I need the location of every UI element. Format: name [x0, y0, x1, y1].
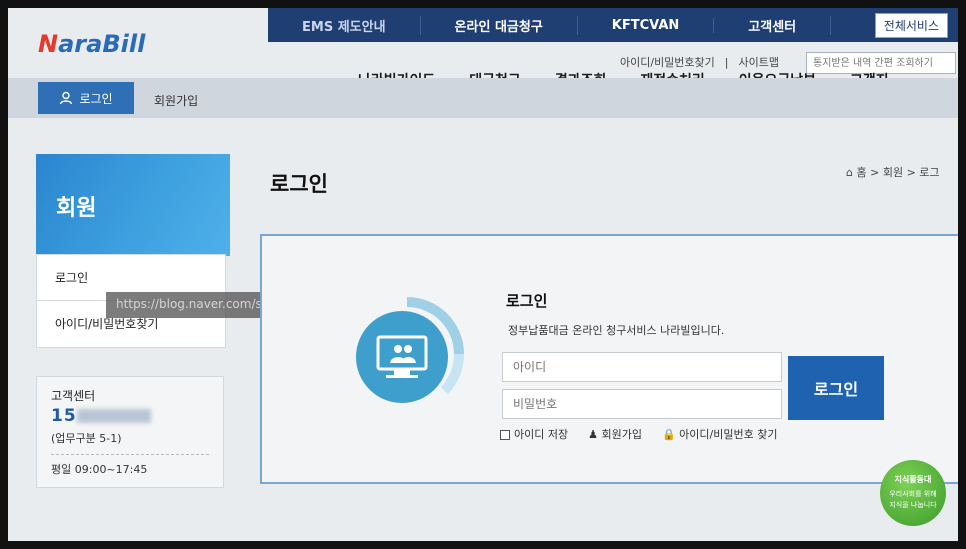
knowledge-badge: 지식활동대 우리사회를 위해 지식을 나눕니다 [880, 460, 946, 526]
join-link[interactable]: ♟ 회원가입 [588, 426, 642, 442]
badge-title: 지식활동대 [894, 475, 932, 484]
monitor-icon [356, 297, 465, 403]
id-input[interactable] [502, 352, 782, 382]
lock-icon: 🔒 [661, 428, 676, 441]
utility-links: 아이디/비밀번호찾기 | 사이트맵 [620, 54, 779, 70]
breadcrumb-sep: > [870, 166, 880, 179]
login-button[interactable]: 로그인 [788, 356, 884, 420]
join-label: 회원가입 [601, 428, 642, 441]
find-account-link[interactable]: 아이디/비밀번호찾기 [620, 54, 715, 70]
monitor-illustration [348, 295, 466, 413]
cs-phone: 15 [51, 406, 209, 426]
cs-weekday-hours: 평일 09:00~17:45 [51, 463, 148, 476]
remember-id-label: 아이디 저장 [514, 428, 569, 441]
sitemap-link[interactable]: 사이트맵 [739, 54, 779, 70]
logo-text: araBill [58, 30, 146, 58]
find-link[interactable]: 🔒 아이디/비밀번호 찾기 [662, 426, 778, 442]
login-heading: 로그인 [506, 292, 548, 310]
login-tab-label: 로그인 [79, 91, 113, 106]
breadcrumb-member[interactable]: 회원 [883, 166, 903, 179]
cs-title: 고객센터 [51, 389, 96, 403]
user-icon [60, 91, 73, 105]
phone-blur [76, 409, 151, 423]
password-input[interactable] [502, 389, 782, 419]
login-options: 아이디 저장 ♟ 회원가입 🔒 아이디/비밀번호 찾기 [500, 426, 777, 442]
remember-id-checkbox[interactable] [500, 430, 510, 440]
badge-line: 지식을 나눕니다 [889, 501, 937, 509]
narabill-logo[interactable]: NaraBill [38, 30, 145, 58]
logo-letter: N [38, 30, 59, 58]
remember-id-option[interactable]: 아이디 저장 [500, 426, 568, 442]
home-icon: ⌂ [846, 166, 853, 179]
browser-frame: EMS 제도안내 온라인 대금청구 KFTCVAN 고객센터 전체서비스 Nar… [8, 8, 958, 541]
page-title: 로그인 [270, 172, 328, 196]
util-divider: | [724, 55, 729, 69]
person-icon: ♟ [588, 428, 598, 441]
login-description: 정부납품대금 온라인 청구서비스 나라빌입니다. [508, 324, 725, 337]
customer-center-box: 고객센터 15 (업무구분 5-1) 평일 09:00~17:45 [36, 376, 224, 488]
breadcrumb-sep: > [906, 166, 916, 179]
sub-bar [8, 78, 958, 118]
cs-phone-prefix: 15 [51, 406, 77, 426]
login-tab[interactable]: 로그인 [38, 82, 134, 114]
breadcrumb-current: 로그 [919, 166, 940, 179]
badge-line: 우리사회를 위해 [889, 490, 937, 498]
sidebar-heading: 회원 [36, 154, 230, 256]
find-label: 아이디/비밀번호 찾기 [679, 428, 778, 441]
header: NaraBill 아이디/비밀번호찾기 | 사이트맵 나라빌가이드 대금청구 결… [8, 8, 958, 89]
breadcrumb-home[interactable]: 홈 [856, 166, 866, 179]
divider [51, 454, 209, 455]
breadcrumb: ⌂ 홈 > 회원 > 로그 [846, 164, 940, 180]
join-tab[interactable]: 회원가입 [154, 92, 198, 109]
cs-hours-note: (업무구분 5-1) [51, 432, 122, 445]
